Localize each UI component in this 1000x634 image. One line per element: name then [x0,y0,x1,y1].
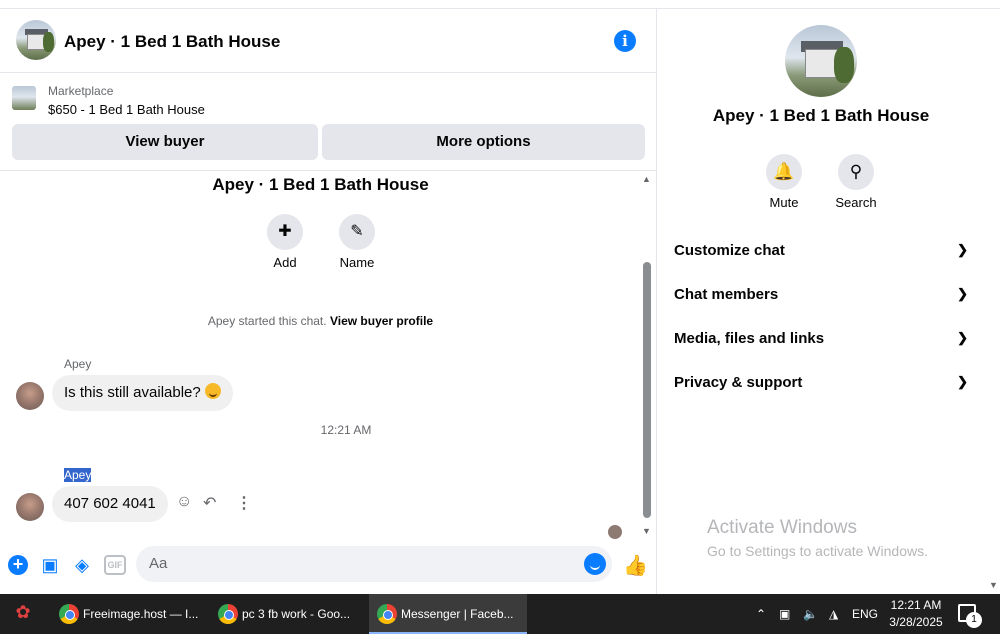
seen-avatar [608,525,622,539]
media-files-links-section[interactable]: Media, files and links ❯ [674,330,974,354]
name-label: Name [339,255,375,270]
view-buyer-button[interactable]: View buyer [12,124,318,160]
search-label: Search [835,195,877,210]
section-label: Media, files and links [674,330,825,347]
chevron-down-icon: ❯ [957,374,968,389]
chrome-icon [218,604,238,624]
chevron-down-icon: ❯ [957,242,968,257]
chat-started-notice: Apey started this chat. View buyer profi… [0,314,641,328]
start-app-icon[interactable]: ✿ [10,602,36,626]
message-input[interactable]: Aa [136,546,612,582]
listing-title[interactable]: $650 - 1 Bed 1 Bath House [48,102,205,117]
mute-label: Mute [769,195,799,210]
system-clock[interactable]: 12:21 AM 3/28/2025 [886,597,946,631]
chat-info-sidebar: Apey · 1 Bed 1 Bath House 🔔 Mute ⚲ Searc… [658,9,988,594]
more-options-button[interactable]: More options [322,124,645,160]
marketplace-panel: Marketplace $650 - 1 Bed 1 Bath House Vi… [0,73,657,171]
top-edge [0,0,1000,9]
task-label: Freeimage.host — I... [83,607,199,621]
task-label: Messenger | Faceb... [401,607,514,621]
taskbar-item-messenger[interactable]: Messenger | Faceb... [369,594,527,634]
sticker-icon[interactable]: ◈ [72,555,92,575]
language-indicator[interactable]: ENG [852,594,878,634]
privacy-support-section[interactable]: Privacy & support ❯ [674,374,974,398]
bell-icon[interactable]: 🔔 [766,154,802,190]
messenger-app: Apey · 1 Bed 1 Bath House i Marketplace … [0,0,1000,594]
plus-icon[interactable]: + [8,555,28,575]
taskbar-item-freeimage[interactable]: Freeimage.host — I... [51,594,209,634]
section-label: Privacy & support [674,374,803,391]
clock-date: 3/28/2025 [889,615,943,629]
message-scrollbar[interactable]: ▲ ▼ [641,172,653,536]
listing-avatar[interactable] [16,20,56,60]
section-label: Customize chat [674,242,785,259]
chat-members-section[interactable]: Chat members ❯ [674,286,974,310]
message-sender: Apey [64,357,92,371]
chrome-icon [59,604,79,624]
taskbar-item-fb-work[interactable]: pc 3 fb work - Goo... [210,594,368,634]
message-list[interactable]: Apey · 1 Bed 1 Bath House ✚ Add ✎ Name A… [0,172,657,539]
chevron-down-icon: ❯ [957,286,968,301]
watermark-title: Activate Windows [707,517,857,538]
message-composer: + ▣ ◈ GIF Aa 👍 [0,544,657,584]
add-person-icon[interactable]: ✚ [267,214,303,250]
task-label: pc 3 fb work - Goo... [242,607,351,621]
view-buyer-profile-link[interactable]: View buyer profile [330,314,433,328]
network-icon[interactable]: ▣ [779,594,790,634]
sender-avatar[interactable] [16,382,44,410]
add-label: Add [273,255,297,270]
sidebar-avatar[interactable] [785,25,857,97]
scroll-down-icon[interactable]: ▼ [642,526,651,536]
scroll-down-icon[interactable]: ▼ [989,580,998,590]
photo-icon[interactable]: ▣ [40,555,60,575]
message-sender: Apey [64,468,92,482]
page-scrollbar[interactable]: ▼ [988,9,1000,594]
activate-windows-watermark: Activate Windows Go to Settings to activ… [707,517,928,559]
scroll-up-icon[interactable]: ▲ [642,174,651,184]
edit-name-icon[interactable]: ✎ [339,214,375,250]
gif-icon[interactable]: GIF [104,555,126,575]
message-text: 407 602 4041 [64,495,156,512]
selected-sender-text: Apey [64,468,92,482]
chat-pane: Apey · 1 Bed 1 Bath House i Marketplace … [0,9,657,594]
section-label: Chat members [674,286,779,303]
react-icon[interactable]: ☺ [176,493,192,511]
emoji-icon[interactable] [584,553,606,575]
notification-badge: 1 [966,612,982,628]
marketplace-label: Marketplace [48,84,114,98]
search-icon[interactable]: ⚲ [838,154,874,190]
chat-title[interactable]: Apey · 1 Bed 1 Bath House [64,32,280,52]
meet-now-icon[interactable]: ◮ [829,594,838,634]
sender-avatar[interactable] [16,493,44,521]
message-bubble[interactable]: Is this still available? [52,375,233,411]
watermark-subtitle: Go to Settings to activate Windows. [707,543,928,559]
message-bubble[interactable]: 407 602 4041 [52,486,168,522]
message-text: Is this still available? [64,384,201,401]
conversation-title: Apey · 1 Bed 1 Bath House [212,175,429,194]
sidebar-title: Apey · 1 Bed 1 Bath House [712,106,930,125]
reply-icon[interactable]: ↶ [203,493,216,513]
customize-chat-section[interactable]: Customize chat ❯ [674,242,974,266]
smiling-emoji-icon [204,383,221,399]
thumbs-up-icon[interactable]: 👍 [623,553,648,578]
chevron-up-icon[interactable]: ⌃ [756,594,766,634]
message-timestamp: 12:21 AM [320,423,372,437]
speaker-icon[interactable]: 🔈 [803,594,818,634]
chat-header: Apey · 1 Bed 1 Bath House i [0,9,657,73]
more-actions-icon[interactable]: ⋮ [236,493,252,513]
message-placeholder: Aa [149,555,168,572]
scrollbar-thumb[interactable] [643,262,651,518]
chevron-down-icon: ❯ [957,330,968,345]
chat-started-text: Apey started this chat. [207,314,327,328]
windows-taskbar: ✿ Freeimage.host — I... pc 3 fb work - G… [0,594,1000,634]
listing-thumbnail[interactable] [12,86,36,110]
chrome-icon [377,604,397,624]
clock-time: 12:21 AM [890,598,942,612]
info-icon[interactable]: i [614,30,636,52]
